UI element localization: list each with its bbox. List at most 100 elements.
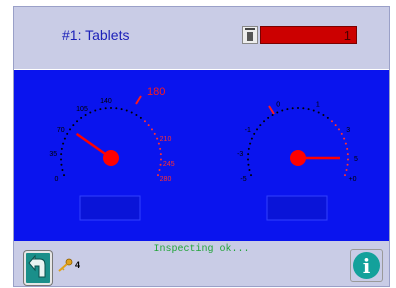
right-gauge-tick-label: 0 [276, 101, 280, 108]
left-gauge-tick-label: 105 [76, 106, 88, 113]
left-gauge-tick-label: 70 [57, 127, 65, 134]
left-gauge-tick [159, 163, 162, 166]
left-gauge-tick [61, 169, 64, 172]
left-gauge-tick [158, 169, 161, 172]
right-gauge-tick [247, 158, 250, 161]
right-gauge-tick [345, 169, 348, 172]
left-gauge-tick [159, 147, 162, 150]
key-count: 4 [75, 260, 81, 270]
right-gauge-tick-label: 1 [316, 101, 320, 108]
left-gauge-tick-label: 280 [160, 176, 172, 183]
right-gauge-display [266, 195, 328, 221]
right-gauge-tick-label: 5 [354, 156, 358, 163]
left-gauge-tick [150, 128, 153, 131]
right-gauge-tick [346, 163, 349, 166]
right-gauge-tick [346, 153, 349, 156]
left-gauge-tick [63, 174, 66, 177]
right-gauge-tick [337, 128, 340, 131]
left-gauge-tick [120, 108, 123, 111]
left-gauge-tick [125, 109, 128, 112]
right-gauge-tick-label: -1 [245, 127, 251, 134]
left-gauge-hub [103, 150, 119, 166]
main-window: #1: Tablets 1 180 0 35 70 105 140 210 245 280 -… [13, 6, 390, 287]
left-gauge-tick [60, 147, 63, 150]
left-gauge-tick [84, 113, 87, 116]
footer: 4 Inspecting ok... i [14, 241, 389, 286]
left-gauge-tick [156, 137, 159, 140]
right-gauge-tick [286, 108, 289, 111]
left-gauge-tick [62, 142, 65, 145]
left-gauge-tick [139, 116, 142, 119]
right-gauge-tick [307, 108, 310, 111]
right-gauge-tick [312, 109, 315, 112]
left-gauge-tick-label: 140 [100, 98, 112, 105]
right-gauge-tick [330, 120, 333, 123]
right-gauge-tick-label: -3 [237, 151, 243, 158]
right-gauge-tick [346, 158, 349, 161]
left-gauge-tick [60, 163, 63, 166]
right-gauge-tick [263, 120, 266, 123]
right-gauge-tick [343, 174, 346, 177]
left-gauge-tick [72, 124, 75, 127]
right-gauge-tick [253, 132, 256, 135]
right-gauge-tick [346, 147, 349, 150]
back-button[interactable] [24, 251, 52, 285]
left-gauge-tick [159, 153, 162, 156]
right-gauge-tick [334, 124, 337, 127]
right-gauge-tick [256, 128, 259, 131]
trash-icon[interactable] [242, 26, 258, 44]
right-gauge-tick-label: 3 [346, 127, 350, 134]
info-icon: i [353, 252, 380, 279]
counter-bar: 1 [260, 26, 357, 44]
right-gauge-tick [281, 109, 284, 112]
right-gauge-tick-label: -5 [240, 176, 246, 183]
right-gauge-tick [250, 174, 253, 177]
left-gauge-display [79, 195, 141, 221]
left-gauge-tick [60, 158, 63, 161]
left-gauge-tick-label: 245 [163, 161, 175, 168]
back-arrow-icon [28, 254, 46, 278]
right-gauge-tick [249, 142, 252, 145]
left-gauge-tick [60, 153, 63, 156]
left-gauge-tick [110, 107, 112, 109]
left-gauge-tick [115, 107, 118, 110]
right-gauge-tick [344, 142, 347, 145]
left-gauge-tick [159, 158, 162, 161]
left-gauge-tick-label: 210 [160, 136, 172, 143]
left-gauge-tick [66, 132, 69, 135]
info-label: i [362, 254, 371, 278]
left-gauge-marker [135, 95, 142, 105]
gauges-svg: 180 03570105140210245280 -5-3-10 135+0 [49, 86, 358, 221]
right-gauge-tick [297, 107, 299, 109]
right-gauge-tick [247, 163, 250, 166]
left-gauge-tick [135, 113, 138, 116]
left-gauge-highlight: 180 [147, 86, 165, 98]
right-gauge-tick [322, 113, 325, 116]
right-gauge-tick [340, 132, 343, 135]
right-gauge-tick [291, 107, 294, 110]
right-gauge-tick [250, 137, 253, 140]
left-gauge-tick [130, 111, 133, 114]
left-gauge-tick [104, 107, 107, 110]
right-gauge-tick [259, 124, 262, 127]
left-gauge-tick [63, 137, 66, 140]
info-button[interactable]: i [350, 249, 383, 282]
right-gauge-tick [247, 147, 250, 150]
left-gauge-tick-label: 35 [49, 151, 57, 158]
left-gauge-tick [153, 132, 156, 135]
left-gauge-tick [80, 116, 83, 119]
left-gauge-tick [147, 124, 150, 127]
left-gauge-tick-label: 0 [55, 176, 59, 183]
key-icon [58, 258, 73, 272]
left-gauge-tick [99, 108, 102, 111]
right-gauge-tick [276, 111, 279, 114]
right-gauge: -5 -3 -1 0 1 3 5 +0 [237, 101, 358, 221]
gauge-panel: 180 0 35 70 105 140 210 245 280 -5 -3 -1 0 1 3 5 +0 [14, 69, 389, 242]
status-text: Inspecting ok... [153, 244, 250, 255]
left-gauge: 180 0 35 70 105 140 210 245 280 [49, 86, 175, 221]
left-gauge-tick [76, 120, 79, 123]
left-gauge-tick [69, 128, 72, 131]
header: #1: Tablets 1 [14, 7, 389, 67]
right-gauge-tick-label: +0 [349, 176, 357, 183]
right-gauge-marker [268, 105, 275, 115]
